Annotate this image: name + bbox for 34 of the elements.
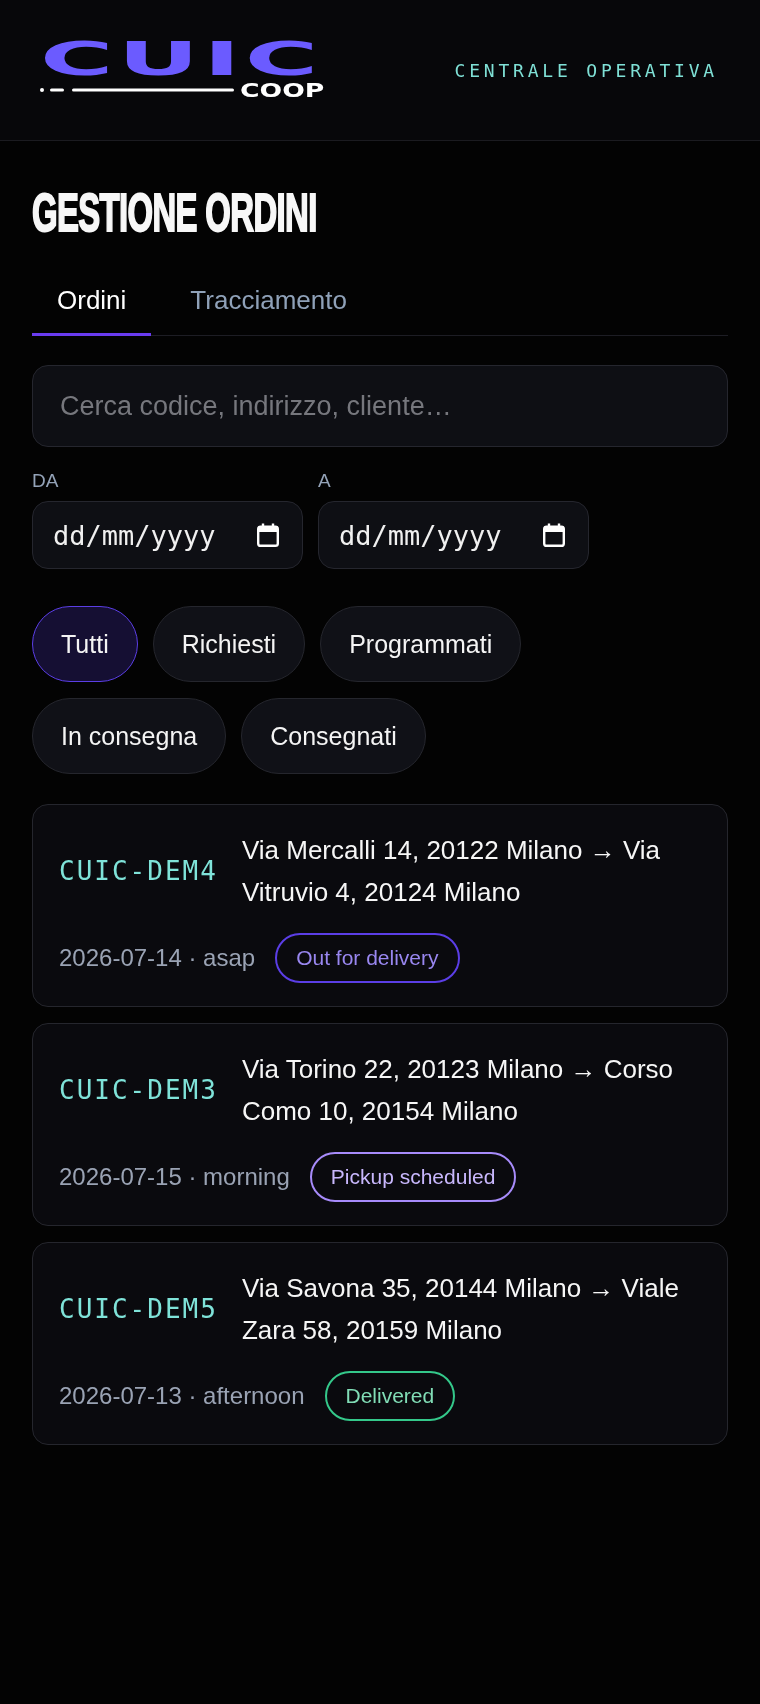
date-label: A [318,469,331,492]
filter-chip[interactable]: Consegnati [241,698,426,774]
order-schedule: 2026-07-15 · morning [59,1163,290,1191]
order-code: CUIC-DEM3 [59,1075,218,1105]
order-card[interactable]: CUIC-DEM4 Via Mercalli 14, 20122 Milano → Via Vitruvio 4, 20124 Milano 2026-07-14 · asap Out for delivery [32,804,728,1007]
filter-chip[interactable]: In consegna [32,698,227,774]
speed-lines-icon [40,88,234,92]
status-badge: Pickup scheduled [309,1152,517,1202]
status-badge: Out for delivery [275,933,460,983]
filter-chip[interactable]: Tutti [32,606,138,682]
order-card[interactable]: CUIC-DEM3 Via Torino 22, 20123 Milano → Corso Como 10, 20154 Milano 2026-07-15 · morning Pickup scheduled [32,1023,728,1226]
order-route: Via Torino 22, 20123 Milano → Corso Como 10, 20154 Milano [241,1053,675,1128]
calendar-icon[interactable] [543,523,565,547]
order-code: CUIC-DEM4 [59,856,218,886]
calendar-icon[interactable] [257,523,279,547]
date-label: DA [32,469,59,492]
logo-subtitle: COOP [240,81,325,99]
status-badge: Delivered [324,1371,456,1421]
order-route: Via Mercalli 14, 20122 Milano → Via Vitruvio 4, 20124 Milano [241,834,662,909]
tab[interactable]: Tracciamento [165,271,372,336]
order-route: Via Savona 35, 20144 Milano → Viale Zara 58, 20159 Milano [241,1272,680,1347]
order-card[interactable]: CUIC-DEM5 Via Savona 35, 20144 Milano → Viale Zara 58, 20159 Milano 2026-07-13 · afternoon Delivered [32,1242,728,1445]
search-field[interactable]: Cerca codice, indirizzo, cliente… [32,365,728,447]
tab[interactable]: Ordini [32,271,152,336]
date-field[interactable]: dd/mm/yyyy [32,501,303,569]
order-code: CUIC-DEM5 [59,1294,218,1324]
filter-chip[interactable]: Richiesti [152,606,306,682]
logo-wordmark: CUIC [40,41,323,77]
order-schedule: 2026-07-14 · asap [59,944,256,972]
header-tagline: CENTRALE OPERATIVA [454,59,718,81]
date-field[interactable]: dd/mm/yyyy [318,501,589,569]
filter-chip[interactable]: Programmati [320,606,522,682]
order-schedule: 2026-07-13 · afternoon [59,1382,305,1410]
page-title: GESTIONE ORDINI [32,186,317,239]
